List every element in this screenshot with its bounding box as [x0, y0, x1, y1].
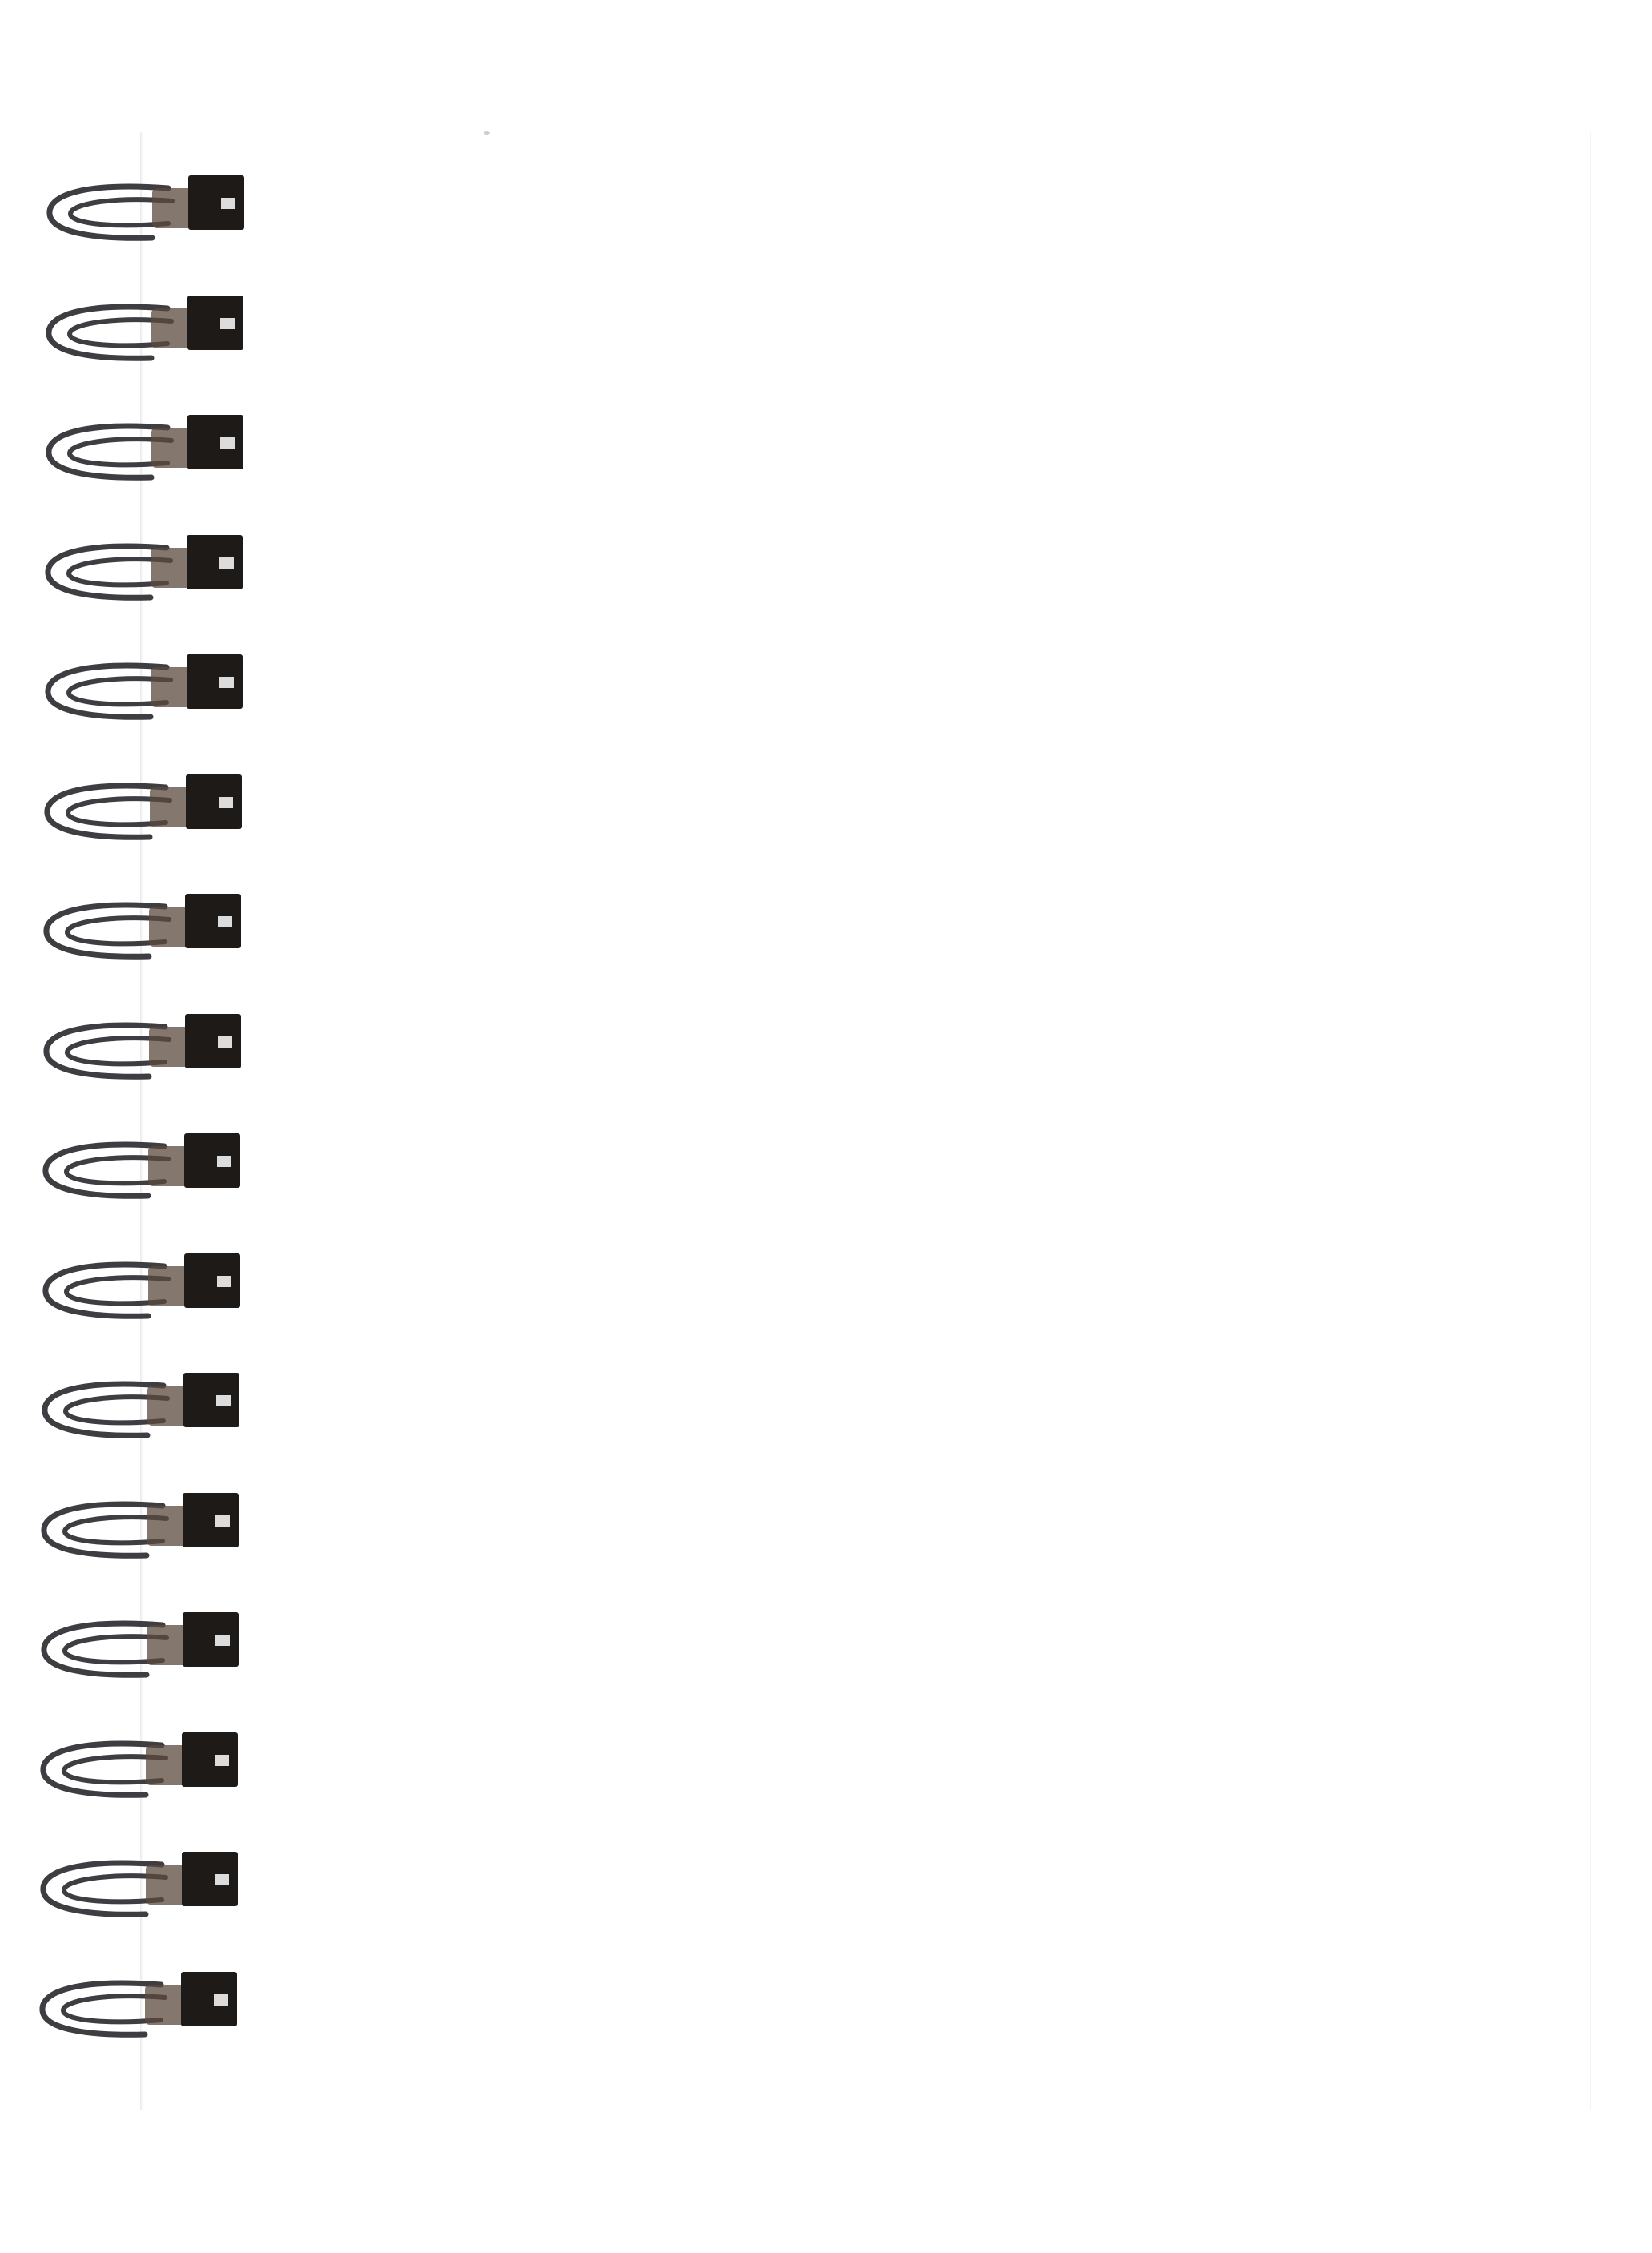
ring-wire-outer: [45, 543, 170, 601]
spiral-ring-icon: [42, 1253, 240, 1319]
spiral-ring-icon: [39, 1971, 237, 2038]
spiral-ring-icon: [40, 1732, 238, 1798]
ring-clip-notch: [219, 677, 234, 688]
ring-wire-outer: [40, 1860, 165, 1917]
ring-clip: [183, 1612, 239, 1667]
ring-wire-outer: [46, 183, 171, 241]
spiral-ring-icon: [44, 774, 242, 840]
ring-wire-outer: [39, 1980, 164, 2038]
ring-clip: [185, 894, 241, 948]
ring-clip: [182, 1732, 238, 1787]
ring-clip: [183, 1492, 239, 1547]
ring-clip-notch: [219, 796, 233, 808]
ring-wire-outer: [40, 1740, 165, 1798]
ring-clip: [181, 1971, 237, 2026]
ring-clip: [187, 295, 243, 350]
ring-clip-notch: [217, 1275, 231, 1287]
spiral-ring-icon: [43, 1013, 241, 1080]
ring-clip: [186, 774, 242, 829]
ring-wire-outer: [41, 1620, 166, 1678]
spiral-ring-icon: [42, 1133, 240, 1199]
ring-clip-notch: [220, 437, 235, 449]
ring-clip: [187, 654, 243, 709]
ring-clip-notch: [215, 1635, 230, 1646]
blank-notebook-page: [132, 132, 1591, 2110]
ring-clip: [185, 1013, 241, 1068]
ring-wire-outer: [46, 423, 171, 481]
ring-wire-outer: [45, 662, 170, 720]
ring-wire-outer: [44, 783, 169, 840]
spiral-ring-icon: [46, 415, 243, 481]
ring-clip-notch: [218, 1036, 232, 1048]
ring-wire-outer: [41, 1501, 166, 1559]
ring-clip: [187, 534, 243, 589]
ring-clip-notch: [220, 317, 235, 329]
ring-wire-outer: [43, 1022, 168, 1080]
spiral-ring-icon: [41, 1612, 239, 1678]
ring-clip-notch: [214, 1994, 228, 2006]
spiral-ring-icon: [43, 894, 241, 960]
ring-clip-notch: [215, 1515, 230, 1527]
ring-clip-notch: [215, 1874, 229, 1885]
spiral-ring-icon: [45, 534, 243, 601]
spiral-ring-icon: [42, 1373, 239, 1438]
spiral-ring-icon: [46, 175, 244, 241]
spiral-ring-icon: [41, 1492, 239, 1559]
ring-clip-notch: [219, 557, 234, 569]
ring-clip: [188, 175, 244, 230]
ring-clip: [183, 1373, 239, 1427]
ring-clip: [184, 1253, 240, 1308]
spiral-ring-icon: [46, 295, 243, 361]
ring-clip-notch: [215, 1754, 229, 1766]
ring-wire-outer: [46, 304, 171, 361]
paper-speck: [484, 131, 490, 135]
ring-clip: [184, 1133, 240, 1188]
ring-wire-outer: [43, 902, 168, 960]
ring-clip-notch: [216, 1395, 231, 1406]
ring-clip-notch: [217, 1156, 231, 1167]
ring-clip-notch: [221, 198, 235, 209]
ring-clip: [187, 415, 243, 469]
ring-clip: [182, 1852, 238, 1906]
spiral-ring-icon: [45, 654, 243, 720]
notebook-scene: [0, 0, 1652, 2253]
ring-wire-outer: [42, 1141, 167, 1199]
ring-wire-outer: [42, 1261, 167, 1319]
ring-clip-notch: [218, 916, 232, 927]
ring-wire-outer: [42, 1381, 167, 1438]
spiral-ring-icon: [40, 1852, 238, 1917]
